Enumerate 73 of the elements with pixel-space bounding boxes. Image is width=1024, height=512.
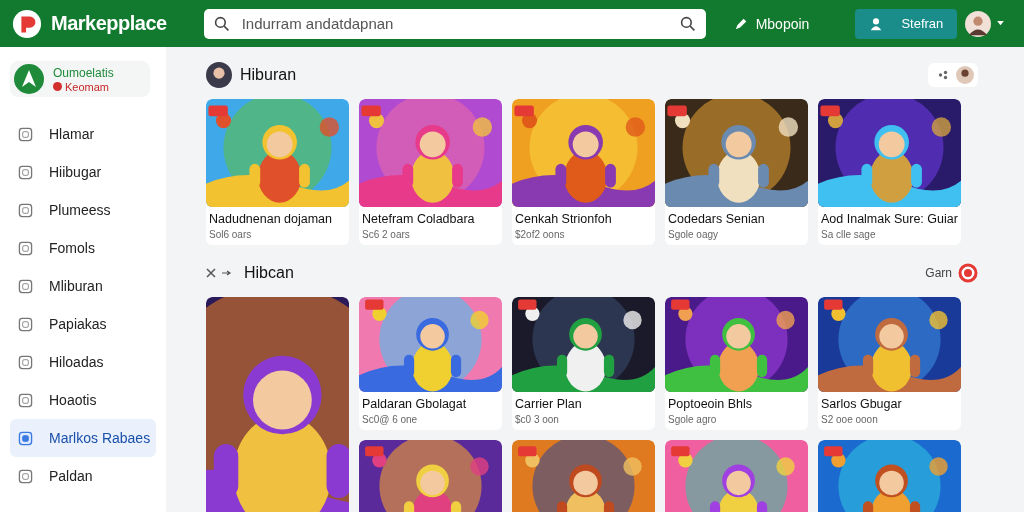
- game-meta: $c0 3 oon: [514, 413, 560, 427]
- page-icon: [18, 316, 33, 332]
- game-meta: $2of2 oons: [514, 228, 566, 242]
- sidebar-item[interactable]: Hiibugar: [10, 153, 156, 191]
- sidebar-item[interactable]: Hoaotis: [10, 381, 156, 419]
- game-meta: Sa clle sage: [820, 228, 877, 242]
- game-title: Paldaran Gbolagat: [361, 396, 468, 411]
- avatar: [206, 62, 232, 88]
- section-link[interactable]: Garn: [925, 266, 952, 280]
- game-card[interactable]: Cenkah Strionfoh $2of2 oons: [512, 99, 655, 245]
- logo-icon: [12, 8, 42, 39]
- page-icon: [18, 164, 33, 180]
- game-meta: S2 ooe ooon: [820, 413, 879, 427]
- page-icon: [18, 202, 33, 218]
- pen-icon: [733, 16, 748, 31]
- app-logo-icon: [14, 64, 44, 94]
- profile-status: Keomam: [65, 80, 110, 93]
- game-meta: Sgole agro: [667, 413, 718, 427]
- sidebar-item[interactable]: Mliburan: [10, 267, 156, 305]
- game-meta: Sc6 2 oars: [361, 228, 411, 242]
- page-icon: [18, 430, 33, 446]
- page-icon: [18, 354, 33, 370]
- arrow-icon[interactable]: [222, 270, 232, 276]
- sidebar-item[interactable]: Hiloadas: [10, 343, 156, 381]
- game-meta: Sc0@ 6 one: [361, 413, 419, 427]
- sidebar-item[interactable]: Fomols: [10, 229, 156, 267]
- game-meta: Sgole oagy: [667, 228, 720, 242]
- caret-icon[interactable]: [997, 21, 1005, 26]
- avatar: [956, 66, 974, 84]
- game-title: Cenkah Strionfoh: [514, 211, 613, 226]
- game-meta: Sol6 oars: [208, 228, 253, 242]
- close-icon[interactable]: [206, 268, 216, 278]
- section-title: Hibcan: [244, 264, 294, 282]
- game-card[interactable]: Poptoeoin Bhls Sgole agro: [665, 297, 808, 430]
- brand-name: Markepplace: [51, 12, 167, 35]
- profile-name: Oumoelatis: [53, 65, 114, 80]
- page-icon: [18, 468, 33, 484]
- game-title: Poptoeoin Bhls: [667, 396, 754, 411]
- header-link[interactable]: Mbopoin: [733, 15, 810, 32]
- game-title: Aod Inalmak Sure: Guiar: [820, 211, 959, 226]
- section-title: Hiburan: [240, 66, 297, 84]
- page-icon: [18, 392, 33, 408]
- game-card[interactable]: Nadudnenan dojaman Sol6 oars: [206, 99, 349, 245]
- game-title: Codedars Senian: [667, 211, 766, 226]
- game-title: Nadudnenan dojaman: [208, 211, 334, 226]
- game-card[interactable]: Carrier Plan $c0 3 oon: [512, 297, 655, 430]
- search-icon: [213, 15, 230, 32]
- page-icon: [18, 126, 33, 142]
- sidebar-item[interactable]: Papiakas: [10, 305, 156, 343]
- page-icon: [18, 278, 33, 294]
- game-card[interactable]: Codedars Senian Sgole oagy: [665, 99, 808, 245]
- share-icon: [938, 70, 948, 80]
- share-pill[interactable]: [928, 63, 978, 87]
- game-title: Carrier Plan: [514, 396, 583, 411]
- page-icon: [18, 240, 33, 256]
- person-icon: [869, 16, 884, 31]
- status-icon: [53, 82, 62, 91]
- game-card[interactable]: Netefram Coladbara Sc6 2 oars: [359, 99, 502, 245]
- sidebar-item[interactable]: Plumeess: [10, 191, 156, 229]
- game-card[interactable]: Paldaran Gbolagat Sc0@ 6 one: [359, 297, 502, 430]
- sidebar-item[interactable]: Paldan: [10, 457, 156, 495]
- game-card[interactable]: Sarlos Gbugar S2 ooe ooon: [818, 297, 961, 430]
- search-icon[interactable]: [679, 15, 696, 32]
- avatar[interactable]: [965, 10, 992, 37]
- header-button[interactable]: Stefran: [855, 8, 958, 39]
- record-icon[interactable]: [958, 263, 978, 283]
- sidebar-item[interactable]: Hlamar: [10, 115, 156, 153]
- sidebar-item[interactable]: Marlkos Rabaes: [10, 419, 156, 457]
- search-field[interactable]: Indurram andatdapnan: [203, 8, 706, 39]
- game-title: Sarlos Gbugar: [820, 396, 903, 411]
- game-title: Netefram Coladbara: [361, 211, 476, 226]
- game-card[interactable]: Aod Inalmak Sure: Guiar Sa clle sage: [818, 99, 961, 245]
- profile-card[interactable]: Oumoelatis Keomam: [10, 61, 150, 97]
